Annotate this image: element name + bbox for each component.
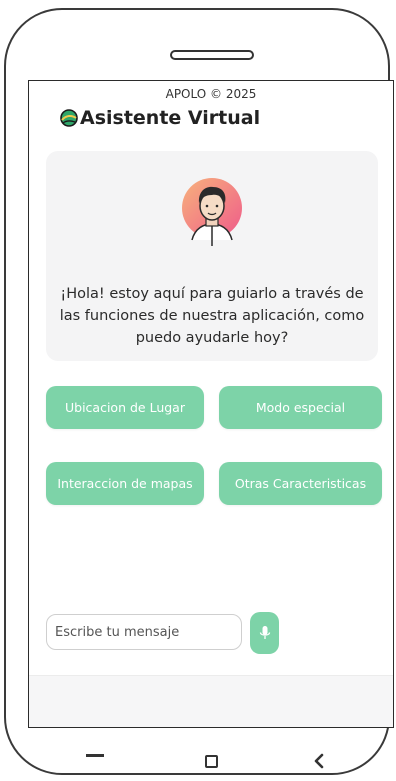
option-modo-especial-button[interactable]: Modo especial xyxy=(219,386,382,429)
welcome-card: ¡Hola! estoy aquí para guiarlo a través … xyxy=(46,151,378,361)
app-screen: APOLO © 2025 Asistente Virtual ¡Hola! es… xyxy=(28,80,394,728)
bottom-bar xyxy=(29,675,393,727)
square-icon[interactable] xyxy=(205,755,218,768)
option-ubicacion-lugar-button[interactable]: Ubicacion de Lugar xyxy=(46,386,204,429)
phone-speaker xyxy=(170,50,254,60)
option-interaccion-mapas-button[interactable]: Interaccion de mapas xyxy=(46,462,204,505)
microphone-button[interactable] xyxy=(250,612,279,654)
option-otras-caracteristicas-button[interactable]: Otras Caracteristicas xyxy=(219,462,382,505)
chevron-left-icon[interactable] xyxy=(311,752,327,770)
phone-frame: APOLO © 2025 Asistente Virtual ¡Hola! es… xyxy=(4,8,394,775)
planet-icon xyxy=(60,109,78,127)
app-title-text: Asistente Virtual xyxy=(80,107,261,129)
brand-label: APOLO © 2025 xyxy=(165,87,257,101)
message-input[interactable] xyxy=(46,614,242,650)
app-title: Asistente Virtual xyxy=(59,107,260,129)
microphone-icon xyxy=(259,626,270,639)
user-avatar-icon xyxy=(182,178,242,246)
back-bar-icon[interactable] xyxy=(86,754,104,757)
welcome-message: ¡Hola! estoy aquí para guiarlo a través … xyxy=(59,286,365,346)
